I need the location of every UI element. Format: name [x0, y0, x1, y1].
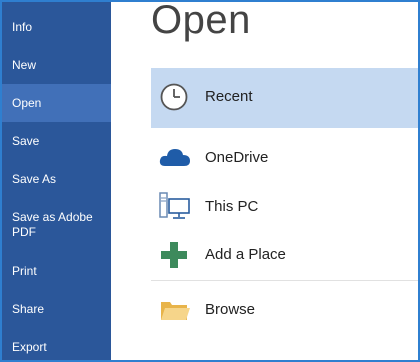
computer-icon	[159, 190, 190, 220]
backstage-sidebar: Info New Open Save Save As Save as Adobe…	[2, 2, 111, 360]
places-divider	[151, 280, 418, 281]
place-add-a-place[interactable]: Add a Place	[151, 226, 418, 286]
backstage-window: Info New Open Save Save As Save as Adobe…	[0, 0, 420, 362]
nav-item-info[interactable]: Info	[2, 20, 111, 35]
cloud-icon	[159, 142, 190, 172]
place-recent[interactable]: Recent	[151, 68, 418, 128]
folder-icon	[159, 294, 190, 324]
place-this-pc-label: This PC	[205, 198, 259, 215]
nav-item-save[interactable]: Save	[2, 134, 111, 149]
place-browse-label: Browse	[205, 301, 256, 318]
clock-icon	[159, 82, 189, 112]
nav-item-export[interactable]: Export	[2, 340, 111, 355]
nav-item-share[interactable]: Share	[2, 302, 111, 317]
place-add-a-place-label: Add a Place	[205, 246, 286, 263]
open-pane: Open Recent OneDrive This PC Add a Place…	[111, 2, 418, 360]
place-recent-label: Recent	[205, 88, 253, 105]
plus-icon	[159, 240, 189, 270]
nav-item-save-as-adobe-pdf[interactable]: Save as Adobe PDF	[2, 210, 111, 240]
page-title: Open	[151, 0, 251, 42]
nav-item-new[interactable]: New	[2, 58, 111, 73]
nav-item-save-as[interactable]: Save As	[2, 172, 111, 187]
nav-item-print[interactable]: Print	[2, 264, 111, 279]
place-onedrive-label: OneDrive	[205, 149, 269, 166]
place-browse[interactable]: Browse	[151, 282, 418, 342]
nav-item-open[interactable]: Open	[2, 84, 111, 122]
